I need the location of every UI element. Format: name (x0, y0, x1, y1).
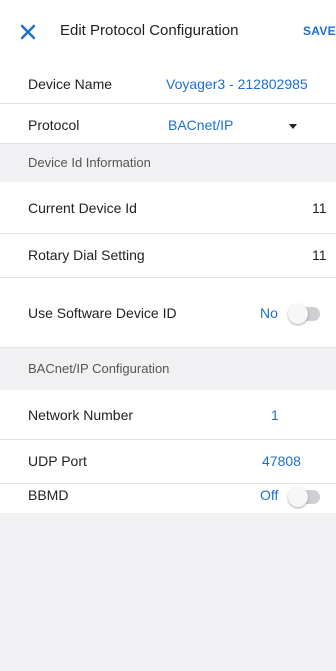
rotary-dial-row: Rotary Dial Setting 11 (0, 234, 336, 278)
page-title: Edit Protocol Configuration (60, 22, 239, 39)
section-title: BACnet/IP Configuration (28, 361, 170, 376)
current-device-id-label: Current Device Id (28, 200, 137, 216)
bbmd-toggle[interactable] (288, 487, 320, 507)
toggle-knob (288, 487, 308, 507)
save-button[interactable]: SAVE (303, 24, 336, 38)
protocol-select[interactable]: BACnet/IP (168, 117, 233, 133)
udp-port-row[interactable]: UDP Port 47808 (0, 440, 336, 484)
bbmd-row[interactable]: BBMD Off (0, 484, 336, 513)
protocol-label: Protocol (28, 117, 80, 133)
bbmd-value: Off (260, 487, 279, 503)
bbmd-label: BBMD (28, 487, 69, 503)
device-name-row[interactable]: Device Name Voyager3 - 212802985 (0, 64, 336, 104)
udp-port-label: UDP Port (28, 453, 87, 469)
toggle-knob (288, 304, 308, 324)
section-header-bacnet: BACnet/IP Configuration (0, 348, 336, 391)
close-button[interactable] (14, 18, 42, 46)
rotary-dial-value: 11 (312, 247, 327, 263)
app-bar: Edit Protocol Configuration SAVE (0, 0, 336, 65)
close-icon (20, 24, 36, 40)
current-device-id-row: Current Device Id 11 (0, 182, 336, 234)
device-name-label: Device Name (28, 76, 113, 92)
current-device-id-value: 11 (312, 200, 327, 216)
section-header-device-id: Device Id Information (0, 144, 336, 183)
network-number-row[interactable]: Network Number 1 (0, 390, 336, 440)
software-device-id-toggle[interactable] (288, 304, 320, 324)
empty-area (0, 513, 336, 671)
software-device-id-value: No (260, 305, 278, 321)
network-number-label: Network Number (28, 407, 134, 423)
network-number-value[interactable]: 1 (271, 407, 279, 423)
dropdown-caret-icon[interactable] (289, 124, 297, 129)
device-name-value[interactable]: Voyager3 - 212802985 (166, 76, 308, 92)
section-title: Device Id Information (28, 155, 151, 170)
rotary-dial-label: Rotary Dial Setting (28, 247, 145, 263)
software-device-id-row[interactable]: Use Software Device ID No (0, 278, 336, 348)
protocol-row[interactable]: Protocol BACnet/IP (0, 104, 336, 144)
udp-port-value[interactable]: 47808 (262, 453, 301, 469)
software-device-id-label: Use Software Device ID (28, 305, 177, 321)
